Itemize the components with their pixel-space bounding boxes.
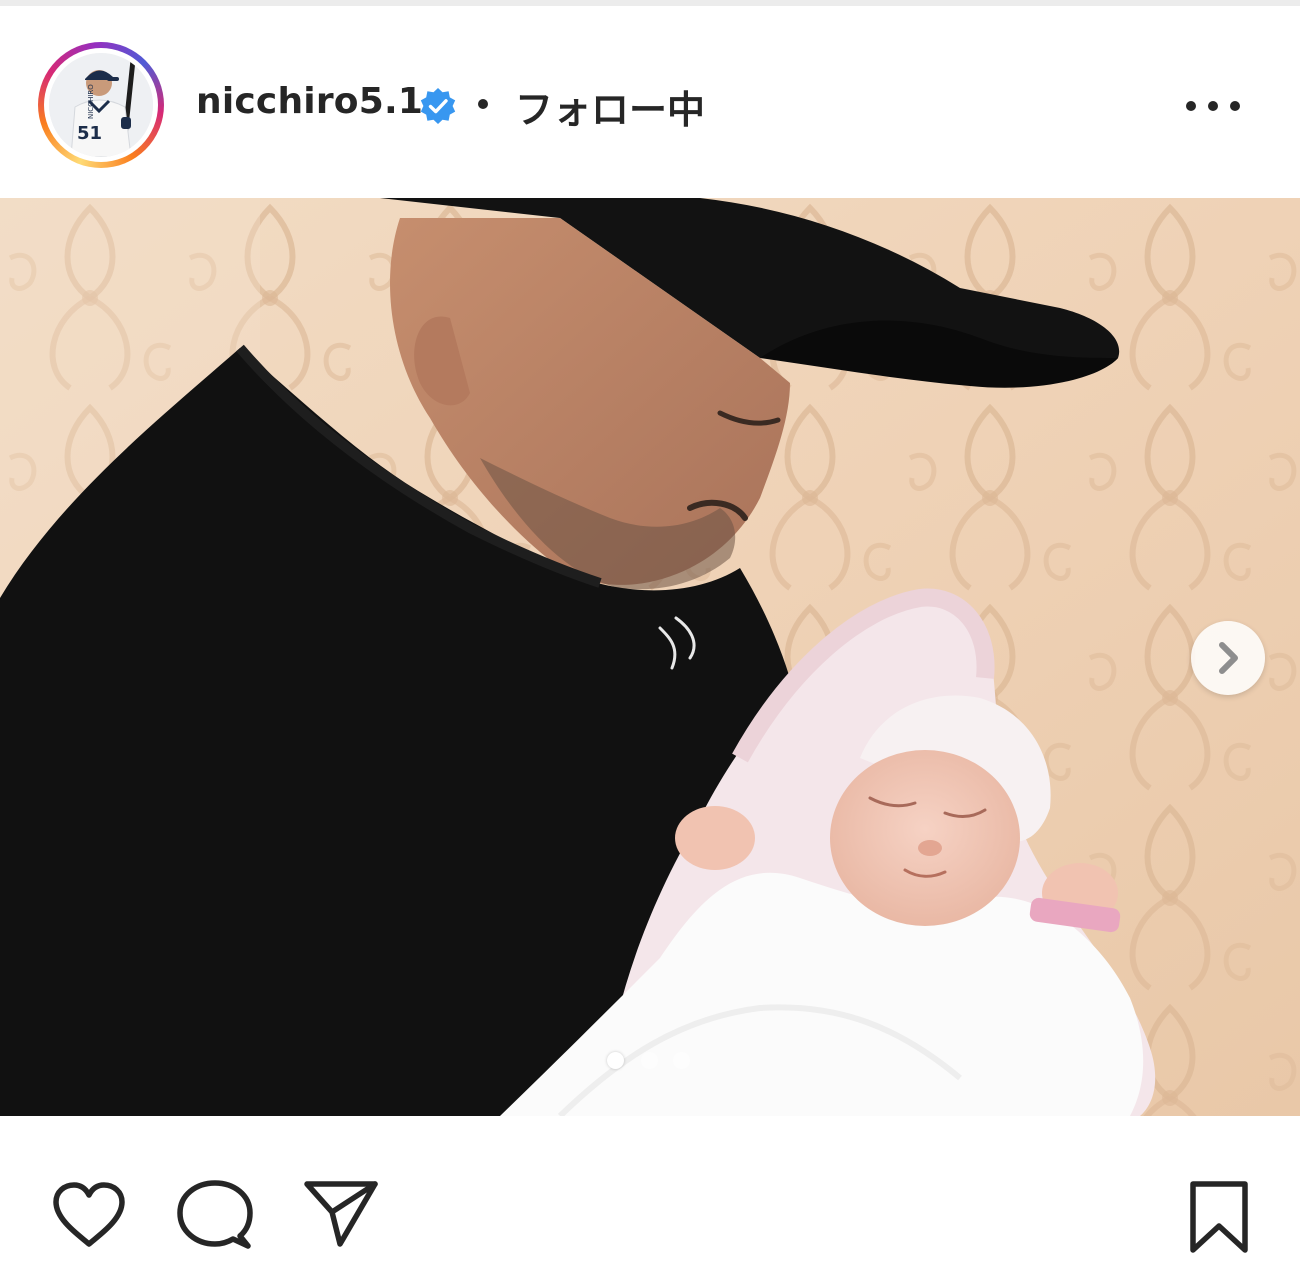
story-ring-avatar[interactable]: NICCHIRO 51 [38,42,164,168]
avatar[interactable]: NICCHIRO 51 [49,53,153,157]
heart-icon[interactable] [50,1180,128,1250]
avatar-jersey-number: 51 [77,123,102,144]
username[interactable]: nicchiro5.1 [196,81,423,122]
photo-father-holding-newborn [0,198,1300,1116]
avatar-player-illustration: NICCHIRO 51 [49,53,153,157]
follow-status-button[interactable]: フォロー中 [515,79,705,134]
post-header: NICCHIRO 51 nicchiro5.1 フォロー中 [0,6,1300,194]
separator-dot [478,99,488,109]
carousel-dot [673,1052,690,1069]
post-photo[interactable] [0,198,1300,1116]
more-horizontal-icon[interactable] [1180,86,1246,126]
carousel-next-button[interactable] [1191,621,1265,695]
post-action-bar [0,1116,1300,1274]
paper-plane-icon[interactable] [302,1178,380,1250]
avatar-jersey-name: NICCHIRO [87,84,95,119]
comment-icon[interactable] [176,1178,254,1252]
verified-badge-icon [420,88,456,124]
bookmark-icon[interactable] [1186,1178,1252,1256]
carousel-dot-active [607,1052,624,1069]
carousel-dot [641,1052,658,1069]
chevron-right-icon [1219,642,1238,674]
